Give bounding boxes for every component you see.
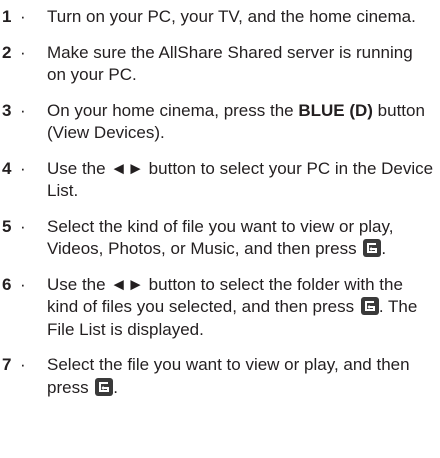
step-text: Turn on your PC, your TV, and the home c…	[47, 7, 416, 26]
enter-button-icon	[95, 377, 114, 396]
step-3: 3 · On your home cinema, press the BLUE …	[0, 100, 440, 145]
step-7: 7 · Select the file you want to view or …	[0, 354, 440, 399]
step-text: Use the ◄► button to select the folder w…	[47, 275, 417, 339]
step-separator: ·	[20, 42, 26, 62]
instruction-steps: 1 · Turn on your PC, your TV, and the ho…	[0, 0, 440, 399]
step-number: 7	[2, 355, 12, 374]
step-1: 1 · Turn on your PC, your TV, and the ho…	[0, 6, 440, 29]
blue-d-button-label: BLUE (D)	[298, 100, 373, 120]
step-text: Make sure the AllShare Shared server is …	[47, 42, 413, 85]
step-text-after: .	[381, 239, 387, 258]
step-text-before: Select the kind of file you want to view…	[47, 216, 394, 259]
step-number: 2	[2, 42, 12, 62]
step-number: 5	[2, 216, 12, 236]
step-5: 5 · Select the kind of file you want to …	[0, 216, 440, 261]
enter-button-icon	[360, 297, 379, 315]
step-separator: ·	[20, 7, 26, 26]
step-number: 1	[2, 7, 12, 26]
step-number: 6	[2, 274, 12, 294]
step-text: Select the file you want to view or play…	[47, 355, 410, 397]
step-text: On your home cinema, press the BLUE (D) …	[47, 101, 425, 143]
step-text-after: .	[113, 377, 119, 397]
step-number: 4	[2, 158, 12, 178]
step-separator: ·	[20, 274, 26, 294]
step-separator: ·	[20, 100, 26, 120]
step-text: Use the ◄► button to select your PC in t…	[47, 158, 434, 201]
step-number: 3	[2, 100, 12, 120]
step-text: Select the kind of file you want to view…	[47, 217, 393, 259]
step-4: 4 · Use the ◄► button to select your PC …	[0, 158, 440, 203]
step-6: 6 · Use the ◄► button to select the fold…	[0, 274, 440, 342]
step-separator: ·	[20, 216, 26, 236]
step-separator: ·	[20, 158, 26, 178]
enter-button-icon	[363, 239, 382, 257]
step-text-before: On your home cinema, press the	[47, 100, 299, 120]
step-2: 2 · Make sure the AllShare Shared server…	[0, 42, 440, 87]
step-text-before: Use the ◄► button to select the folder w…	[47, 274, 403, 317]
step-separator: ·	[20, 355, 26, 374]
